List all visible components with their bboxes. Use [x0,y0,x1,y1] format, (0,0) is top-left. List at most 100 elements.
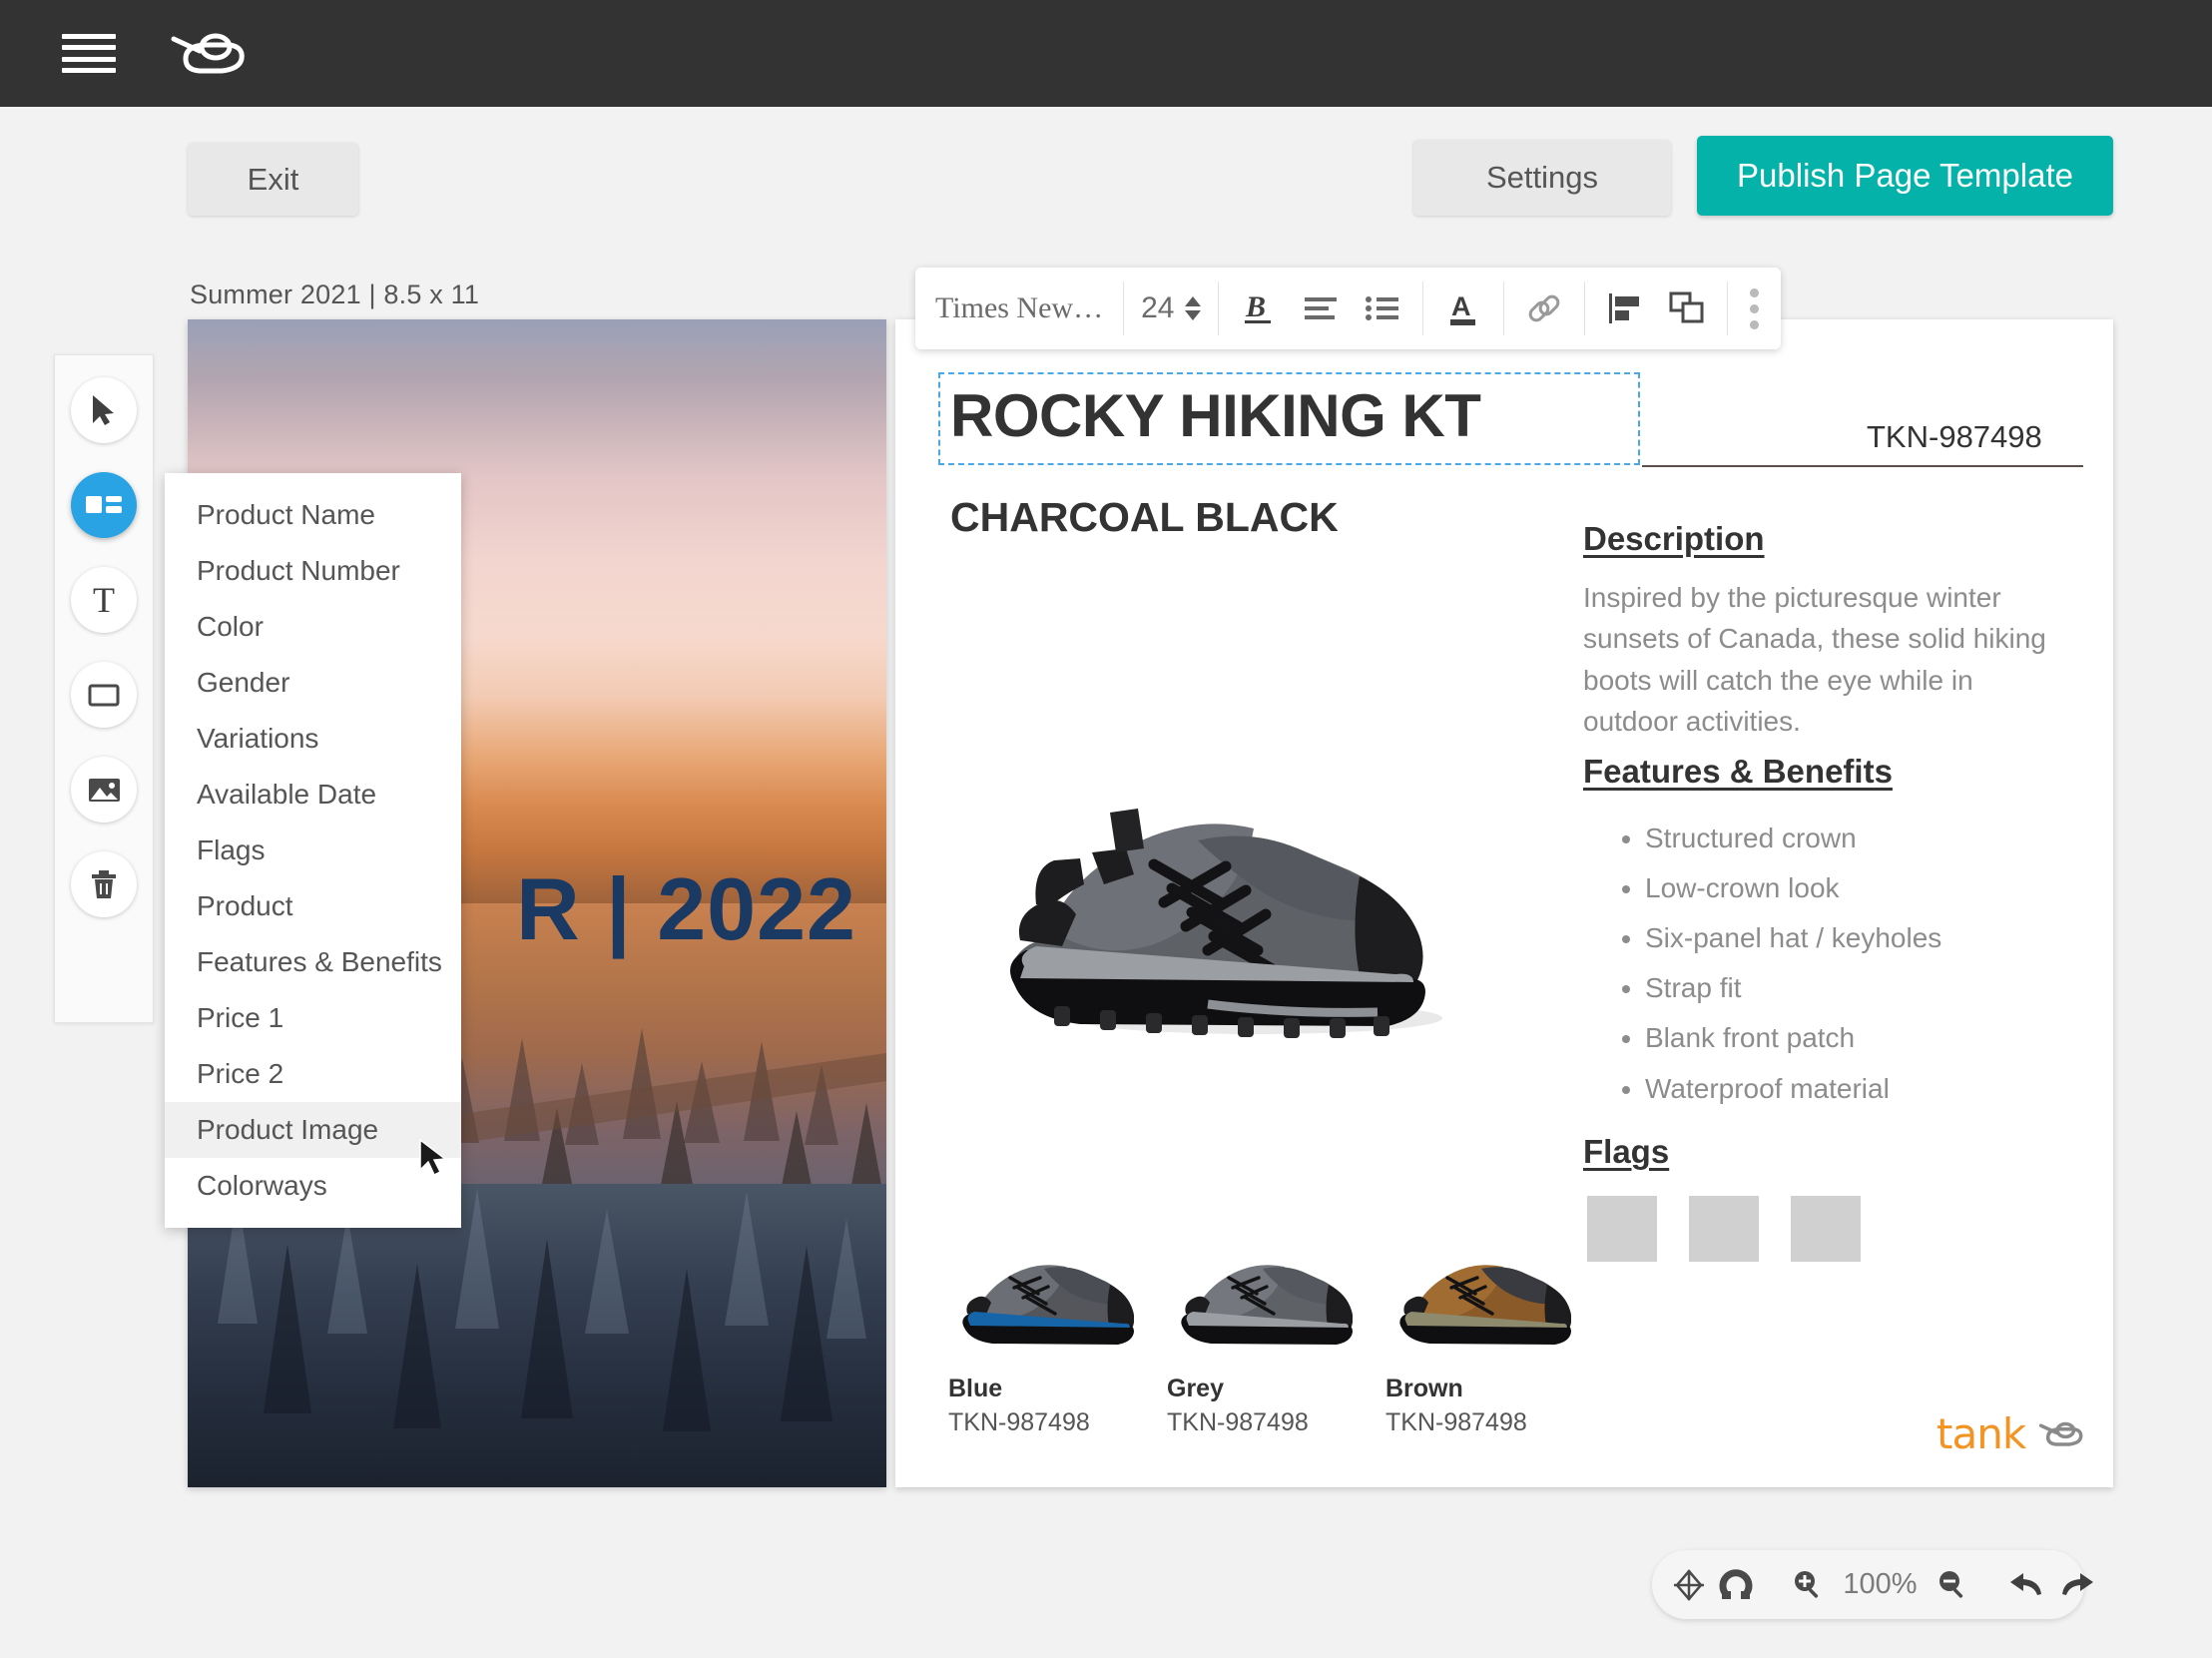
colorway-name: Blue [948,1375,1003,1402]
features-heading: Features & Benefits [1583,753,1893,790]
publish-page-template-button[interactable]: Publish Page Template [1697,136,2113,216]
description-body[interactable]: Inspired by the picturesque winter sunse… [1583,577,2072,743]
text-tool[interactable]: T [71,567,137,633]
svg-text:B: B [1245,290,1266,323]
bold-icon: B [1245,290,1272,323]
bulleted-list-button[interactable] [1360,285,1405,331]
text-format-toolbar: Times New… 24 B A [915,268,1782,349]
description-heading: Description [1583,520,1765,557]
mouse-cursor-icon [419,1138,447,1177]
colorway-thumb-image[interactable] [948,1238,1135,1348]
colorway-name: Grey [1167,1375,1224,1402]
dropdown-item[interactable]: Gender [165,655,461,711]
breadcrumb: Summer 2021 | 8.5 x 11 [190,279,480,309]
tank-wordmark: tank [1936,1409,2026,1458]
zoom-out-button[interactable] [1936,1563,1969,1607]
colorway-sku: TKN-987498 [1385,1408,1527,1436]
dropdown-item[interactable]: Price 2 [165,1046,461,1102]
redo-icon [2062,1572,2093,1595]
dropdown-item[interactable]: Color [165,599,461,655]
arrange-layers-icon [1669,291,1704,323]
title-divider [1642,465,2083,467]
feature-item: Six-panel hat / keyholes [1645,913,2076,963]
feature-item: Strap fit [1645,963,2076,1013]
tank-logo-icon[interactable] [164,24,250,84]
fields-tool[interactable] [71,472,137,538]
font-family-select[interactable]: Times New… [915,268,1123,349]
align-button[interactable] [1298,285,1344,331]
link-button[interactable] [1521,285,1567,331]
link-icon [1529,294,1560,322]
flags-row[interactable] [1587,1196,1861,1262]
font-size-value: 24 [1141,291,1175,324]
font-size-stepper[interactable]: 24 [1141,291,1202,325]
colorway-thumb-image[interactable] [1167,1238,1354,1348]
bulleted-list-icon [1366,296,1399,320]
dropdown-item[interactable]: Price 1 [165,990,461,1046]
zoom-history-bar: 100% [1652,1550,2093,1619]
undo-icon [2010,1572,2041,1595]
fields-dropdown-menu[interactable]: Product Name Product Number Color Gender Var… [165,473,461,1228]
product-color-name[interactable]: CHARCOAL BLACK [950,494,1339,541]
text-t-icon: T [93,580,115,620]
dropdown-item[interactable]: Features & Benefits [165,934,461,990]
rectangle-icon [88,684,120,706]
redo-button[interactable] [2058,1563,2096,1607]
hamburger-icon[interactable] [62,33,116,74]
product-hero-image[interactable] [958,689,1497,1058]
select-tool[interactable] [71,377,137,443]
delete-tool[interactable] [71,851,137,917]
top-navigation-bar [0,0,2212,107]
magnet-button[interactable] [1719,1563,1753,1607]
product-title[interactable]: ROCKY HIKING KT [950,381,1481,450]
colorway-name: Brown [1385,1375,1463,1402]
zoom-in-button[interactable] [1791,1563,1825,1607]
colorway-sku: TKN-987498 [1167,1408,1309,1436]
align-objects-icon [1609,293,1640,323]
arrange-layers-button[interactable] [1664,285,1710,331]
flag-placeholder[interactable] [1587,1196,1657,1262]
undo-button[interactable] [2007,1563,2045,1607]
features-list[interactable]: Structured crownLow-crown lookSix-panel … [1607,814,2076,1114]
zoom-out-icon [1939,1570,1963,1598]
product-sku[interactable]: TKN-987498 [1867,419,2042,455]
exit-button[interactable]: Exit [188,143,358,216]
font-color-button[interactable]: A [1440,285,1486,331]
dropdown-item[interactable]: Product Number [165,543,461,599]
left-tool-rail: T [54,354,154,1023]
flag-placeholder[interactable] [1791,1196,1861,1262]
colorway-item[interactable]: Blue TKN-987498 [948,1238,1135,1437]
more-vertical-icon[interactable] [1728,268,1781,349]
zoom-level[interactable]: 100% [1838,1568,1923,1601]
snap-grid-button[interactable] [1672,1563,1706,1607]
zoom-in-icon [1795,1570,1819,1598]
align-objects-button[interactable] [1602,285,1648,331]
dropdown-item[interactable]: Available Date [165,767,461,823]
layout-fields-icon [86,496,122,513]
shape-tool[interactable] [71,662,137,728]
align-left-icon [1305,297,1338,319]
image-icon [88,778,120,802]
dropdown-item[interactable]: Flags [165,823,461,878]
image-tool[interactable] [71,757,137,823]
dropdown-item[interactable]: Variations [165,711,461,767]
dropdown-item[interactable]: Product [165,878,461,934]
colorway-item[interactable]: Brown TKN-987498 [1385,1238,1572,1437]
trash-icon [92,870,116,898]
stepper-arrows-icon[interactable] [1185,296,1202,320]
settings-button[interactable]: Settings [1413,140,1671,216]
flag-placeholder[interactable] [1689,1196,1759,1262]
cover-foreground-image [188,1183,886,1487]
feature-item: Blank front patch [1645,1013,2076,1063]
cover-dark-forest-silhouette [218,1188,866,1431]
colorway-item[interactable]: Grey TKN-987498 [1167,1238,1354,1437]
snap-grid-icon [1674,1568,1704,1601]
tank-logo-icon [2039,1421,2083,1446]
bold-button[interactable]: B [1236,285,1282,331]
cursor-icon [93,395,114,425]
svg-text:A: A [1451,291,1471,321]
colorway-thumb-image[interactable] [1385,1238,1572,1348]
feature-item: Structured crown [1645,814,2076,863]
dropdown-item[interactable]: Product Name [165,487,461,543]
colorways-row[interactable]: Blue TKN-987498 Grey TKN-987498 Brown TKN-9… [948,1238,1572,1437]
